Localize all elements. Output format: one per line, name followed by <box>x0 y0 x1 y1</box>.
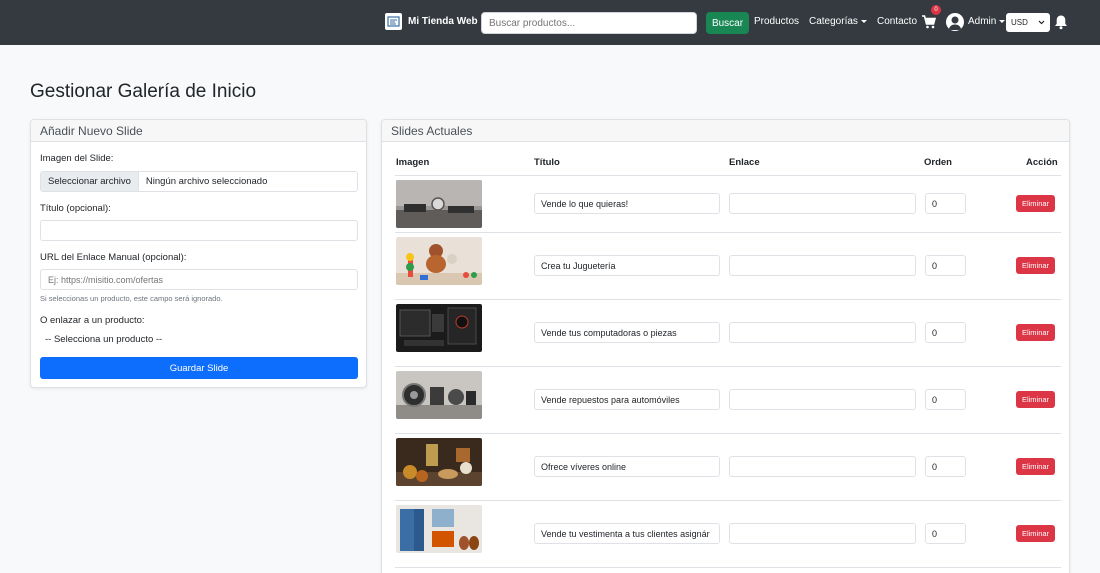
delete-slide-button[interactable]: Eliminar <box>1016 391 1055 408</box>
table-row: Eliminar <box>395 434 1061 501</box>
cart-count-badge: 0 <box>931 5 941 15</box>
brand-name: Mi Tienda Web <box>408 16 478 27</box>
product-label: O enlazar a un producto: <box>40 315 145 326</box>
nav-categorias-label: Categorías <box>809 16 858 27</box>
delete-slide-button[interactable]: Eliminar <box>1016 257 1055 274</box>
nav-categorias[interactable]: Categorías <box>809 16 867 27</box>
current-slides-card: Slides Actuales Imagen Título Enlace Ord… <box>381 119 1070 573</box>
slide-link-input[interactable] <box>729 523 916 544</box>
cart-icon[interactable] <box>921 14 937 30</box>
slide-title-input[interactable] <box>534 255 720 276</box>
slide-order-input[interactable] <box>925 456 966 477</box>
url-label: URL del Enlace Manual (opcional): <box>40 252 187 263</box>
slide-order-input[interactable] <box>925 523 966 544</box>
delete-slide-button[interactable]: Eliminar <box>1016 324 1055 341</box>
electronics-desk-photo <box>396 180 482 228</box>
select-file-button[interactable]: Seleccionar archivo <box>41 172 139 191</box>
store-logo-icon <box>385 13 402 30</box>
column-header-image: Imagen <box>396 157 430 168</box>
image-label: Imagen del Slide: <box>40 153 114 164</box>
chevron-down-icon <box>1038 20 1045 25</box>
table-row: Eliminar <box>395 501 1061 568</box>
bell-icon[interactable] <box>1054 14 1068 30</box>
slide-title-input[interactable] <box>534 456 720 477</box>
delete-slide-button[interactable]: Eliminar <box>1016 458 1055 475</box>
auto-parts-photo <box>396 371 482 419</box>
column-header-link: Enlace <box>729 157 760 168</box>
groceries-photo <box>396 438 482 486</box>
nav-productos[interactable]: Productos <box>754 16 799 27</box>
column-header-title: Título <box>534 157 560 168</box>
table-row: Eliminar <box>395 367 1061 434</box>
table-row: Eliminar <box>395 176 1061 233</box>
navbar: Mi Tienda Web Buscar Productos Categoría… <box>0 0 1100 45</box>
search-input[interactable] <box>481 12 697 34</box>
search-button[interactable]: Buscar <box>706 12 749 34</box>
slide-title-input[interactable] <box>534 322 720 343</box>
clothing-photo <box>396 505 482 553</box>
slide-order-input[interactable] <box>925 322 966 343</box>
caret-down-icon <box>860 19 867 23</box>
slide-title-input[interactable] <box>534 523 720 544</box>
currency-select[interactable]: USD <box>1006 13 1050 32</box>
slide-order-input[interactable] <box>925 193 966 214</box>
url-help-text: Si seleccionas un producto, este campo s… <box>40 294 223 303</box>
table-row: Eliminar <box>395 233 1061 300</box>
slide-link-input[interactable] <box>729 389 916 410</box>
toys-photo <box>396 237 482 285</box>
title-label: Título (opcional): <box>40 203 111 214</box>
slide-title-input[interactable] <box>534 193 720 214</box>
slide-order-input[interactable] <box>925 389 966 410</box>
title-input[interactable] <box>40 220 358 241</box>
currency-value: USD <box>1011 18 1028 27</box>
slide-link-input[interactable] <box>729 255 916 276</box>
table-row: Eliminar <box>395 300 1061 367</box>
save-slide-button[interactable]: Guardar Slide <box>40 357 358 379</box>
file-status: Ningún archivo seleccionado <box>145 176 268 187</box>
slide-title-input[interactable] <box>534 389 720 410</box>
computer-parts-photo <box>396 304 482 352</box>
delete-slide-button[interactable]: Eliminar <box>1016 525 1055 542</box>
add-slide-header: Añadir Nuevo Slide <box>31 120 366 142</box>
image-file-input[interactable]: Seleccionar archivo Ningún archivo selec… <box>40 171 358 192</box>
column-header-order: Orden <box>924 157 952 168</box>
add-slide-card: Añadir Nuevo Slide Imagen del Slide: Sel… <box>30 119 367 388</box>
product-select[interactable]: -- Selecciona un producto -- <box>40 332 358 348</box>
slide-link-input[interactable] <box>729 193 916 214</box>
caret-down-icon <box>999 19 1006 23</box>
delete-slide-button[interactable]: Eliminar <box>1016 195 1055 212</box>
user-avatar-icon[interactable] <box>946 13 964 31</box>
nav-contacto[interactable]: Contacto <box>877 16 917 27</box>
column-header-action: Acción <box>1026 157 1058 168</box>
slide-link-input[interactable] <box>729 322 916 343</box>
page-title: Gestionar Galería de Inicio <box>30 81 257 102</box>
current-slides-header: Slides Actuales <box>382 120 1069 142</box>
url-input[interactable] <box>40 269 358 290</box>
slide-order-input[interactable] <box>925 255 966 276</box>
user-name: Admin <box>968 16 997 27</box>
brand-link[interactable]: Mi Tienda Web <box>385 13 478 30</box>
user-menu[interactable]: Admin <box>968 16 1006 27</box>
slide-link-input[interactable] <box>729 456 916 477</box>
